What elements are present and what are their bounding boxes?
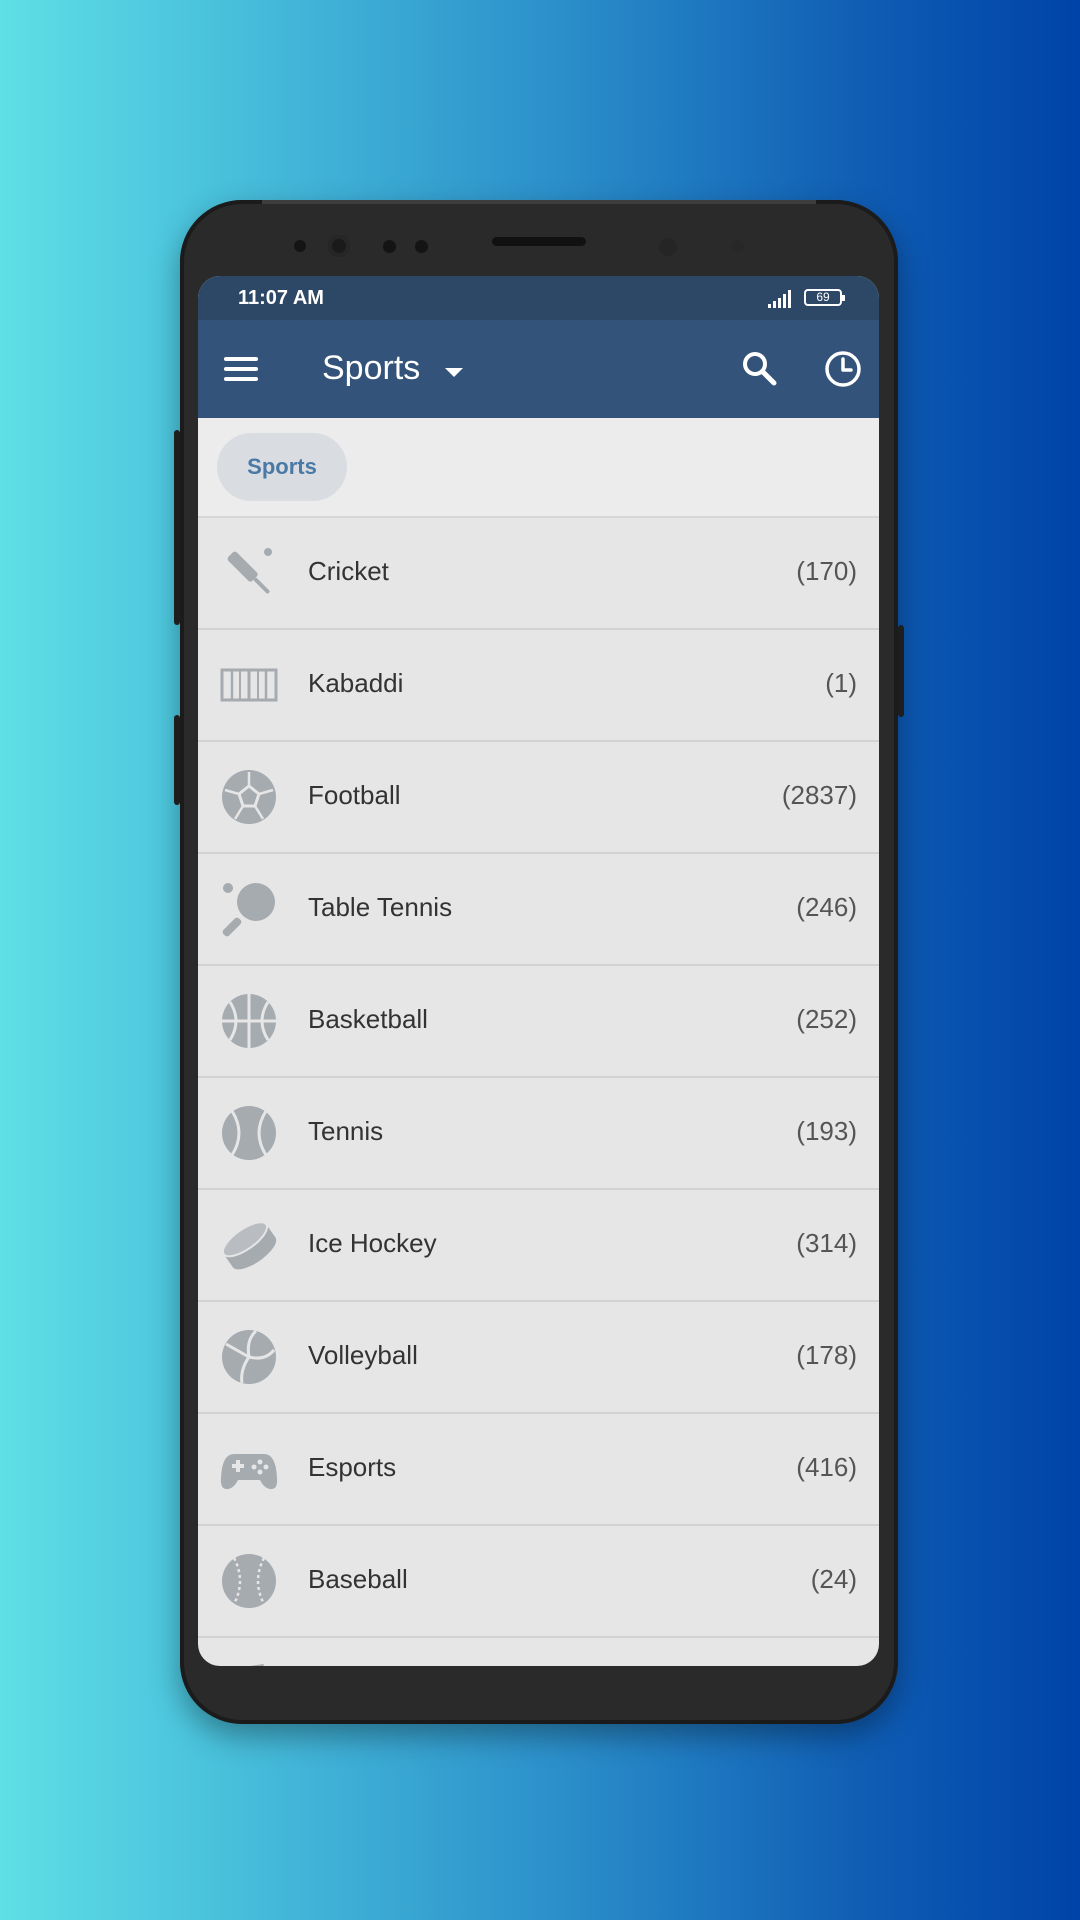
ice-hockey-puck-icon (221, 1221, 277, 1270)
event-count: (170) (796, 556, 857, 586)
history-icon[interactable] (824, 350, 862, 388)
event-count: (24) (810, 1564, 857, 1594)
sensor-dot (415, 240, 428, 253)
signal-icon (768, 290, 791, 308)
kabaddi-court-icon (220, 668, 278, 702)
sport-name: Kabaddi (308, 668, 404, 698)
bixby-button (174, 715, 180, 805)
sport-row-volleyball[interactable]: Volleyball (178) (198, 1302, 879, 1414)
sport-row-table-tennis[interactable]: Table Tennis (246) (198, 854, 879, 966)
filter-bar: Sports (198, 418, 879, 518)
gamepad-icon (220, 1454, 278, 1490)
event-count: (1) (825, 668, 857, 698)
sport-row-baseball[interactable]: Baseball (24) (198, 1526, 879, 1638)
status-bar: 11:07 AM 69 (198, 276, 879, 320)
app-title[interactable]: Sports (322, 349, 420, 388)
app-bar: Sports (198, 320, 879, 418)
baseball-icon (222, 1554, 276, 1608)
sport-name: Esports (308, 1452, 397, 1482)
sports-list: Cricket (170) Kabaddi (1) Football (2837… (198, 518, 879, 1666)
event-count: (416) (796, 1452, 857, 1482)
proximity-sensor (732, 240, 744, 252)
chevron-down-icon[interactable] (445, 368, 463, 377)
search-icon[interactable] (741, 350, 777, 386)
event-count: (193) (796, 1116, 857, 1146)
sport-row-basketball[interactable]: Basketball (252) (198, 966, 879, 1078)
volleyball-icon (222, 1329, 276, 1384)
battery-level: 69 (816, 290, 830, 304)
sport-name: Basketball (308, 1004, 428, 1034)
volume-button (174, 430, 180, 625)
sport-name: Baseball (308, 1564, 408, 1594)
sport-name: Football (308, 780, 401, 810)
event-count: (2837) (781, 780, 857, 810)
tennis-ball-icon (222, 1106, 276, 1160)
earpiece-speaker (492, 237, 586, 246)
football-icon (222, 770, 276, 824)
sport-name: Table Tennis (308, 892, 453, 922)
sport-row-kabaddi[interactable]: Kabaddi (1) (198, 630, 879, 742)
table-tennis-icon (222, 883, 275, 937)
sport-row-football[interactable]: Football (2837) (198, 742, 879, 854)
menu-icon[interactable] (224, 357, 258, 381)
sport-row-ice-hockey[interactable]: Ice Hockey (314) (198, 1190, 879, 1302)
sport-row-cricket[interactable]: Cricket (170) (198, 518, 879, 630)
sport-name: Tennis (308, 1116, 384, 1146)
app-screen: 11:07 AM 69 Sports Sports Cricket (170) … (198, 276, 879, 1666)
sport-row-tennis[interactable]: Tennis (193) (198, 1078, 879, 1190)
power-button (898, 625, 904, 717)
sport-row-partial[interactable] (198, 1638, 879, 1666)
sports-filter-chip[interactable]: Sports (217, 433, 347, 501)
sport-name: Volleyball (308, 1340, 418, 1370)
event-count: (246) (796, 892, 857, 922)
event-count: (178) (796, 1340, 857, 1370)
iris-sensor (659, 238, 677, 256)
battery-icon: 69 (804, 289, 845, 306)
top-bezel (262, 200, 816, 204)
sport-name: Ice Hockey (308, 1228, 437, 1258)
event-count: (314) (796, 1228, 857, 1258)
sport-row-esports[interactable]: Esports (416) (198, 1414, 879, 1526)
status-time: 11:07 AM (238, 287, 324, 309)
basketball-icon (222, 994, 276, 1048)
sensor-dot (383, 240, 396, 253)
sport-name: Cricket (308, 556, 389, 586)
event-count: (252) (796, 1004, 857, 1034)
phone-frame: 11:07 AM 69 Sports Sports Cricket (170) … (174, 200, 904, 1724)
cricket-bat-icon (227, 548, 272, 594)
sensor-dot (294, 240, 306, 252)
front-camera (328, 235, 350, 257)
partial-sport-icon (250, 1664, 264, 1666)
